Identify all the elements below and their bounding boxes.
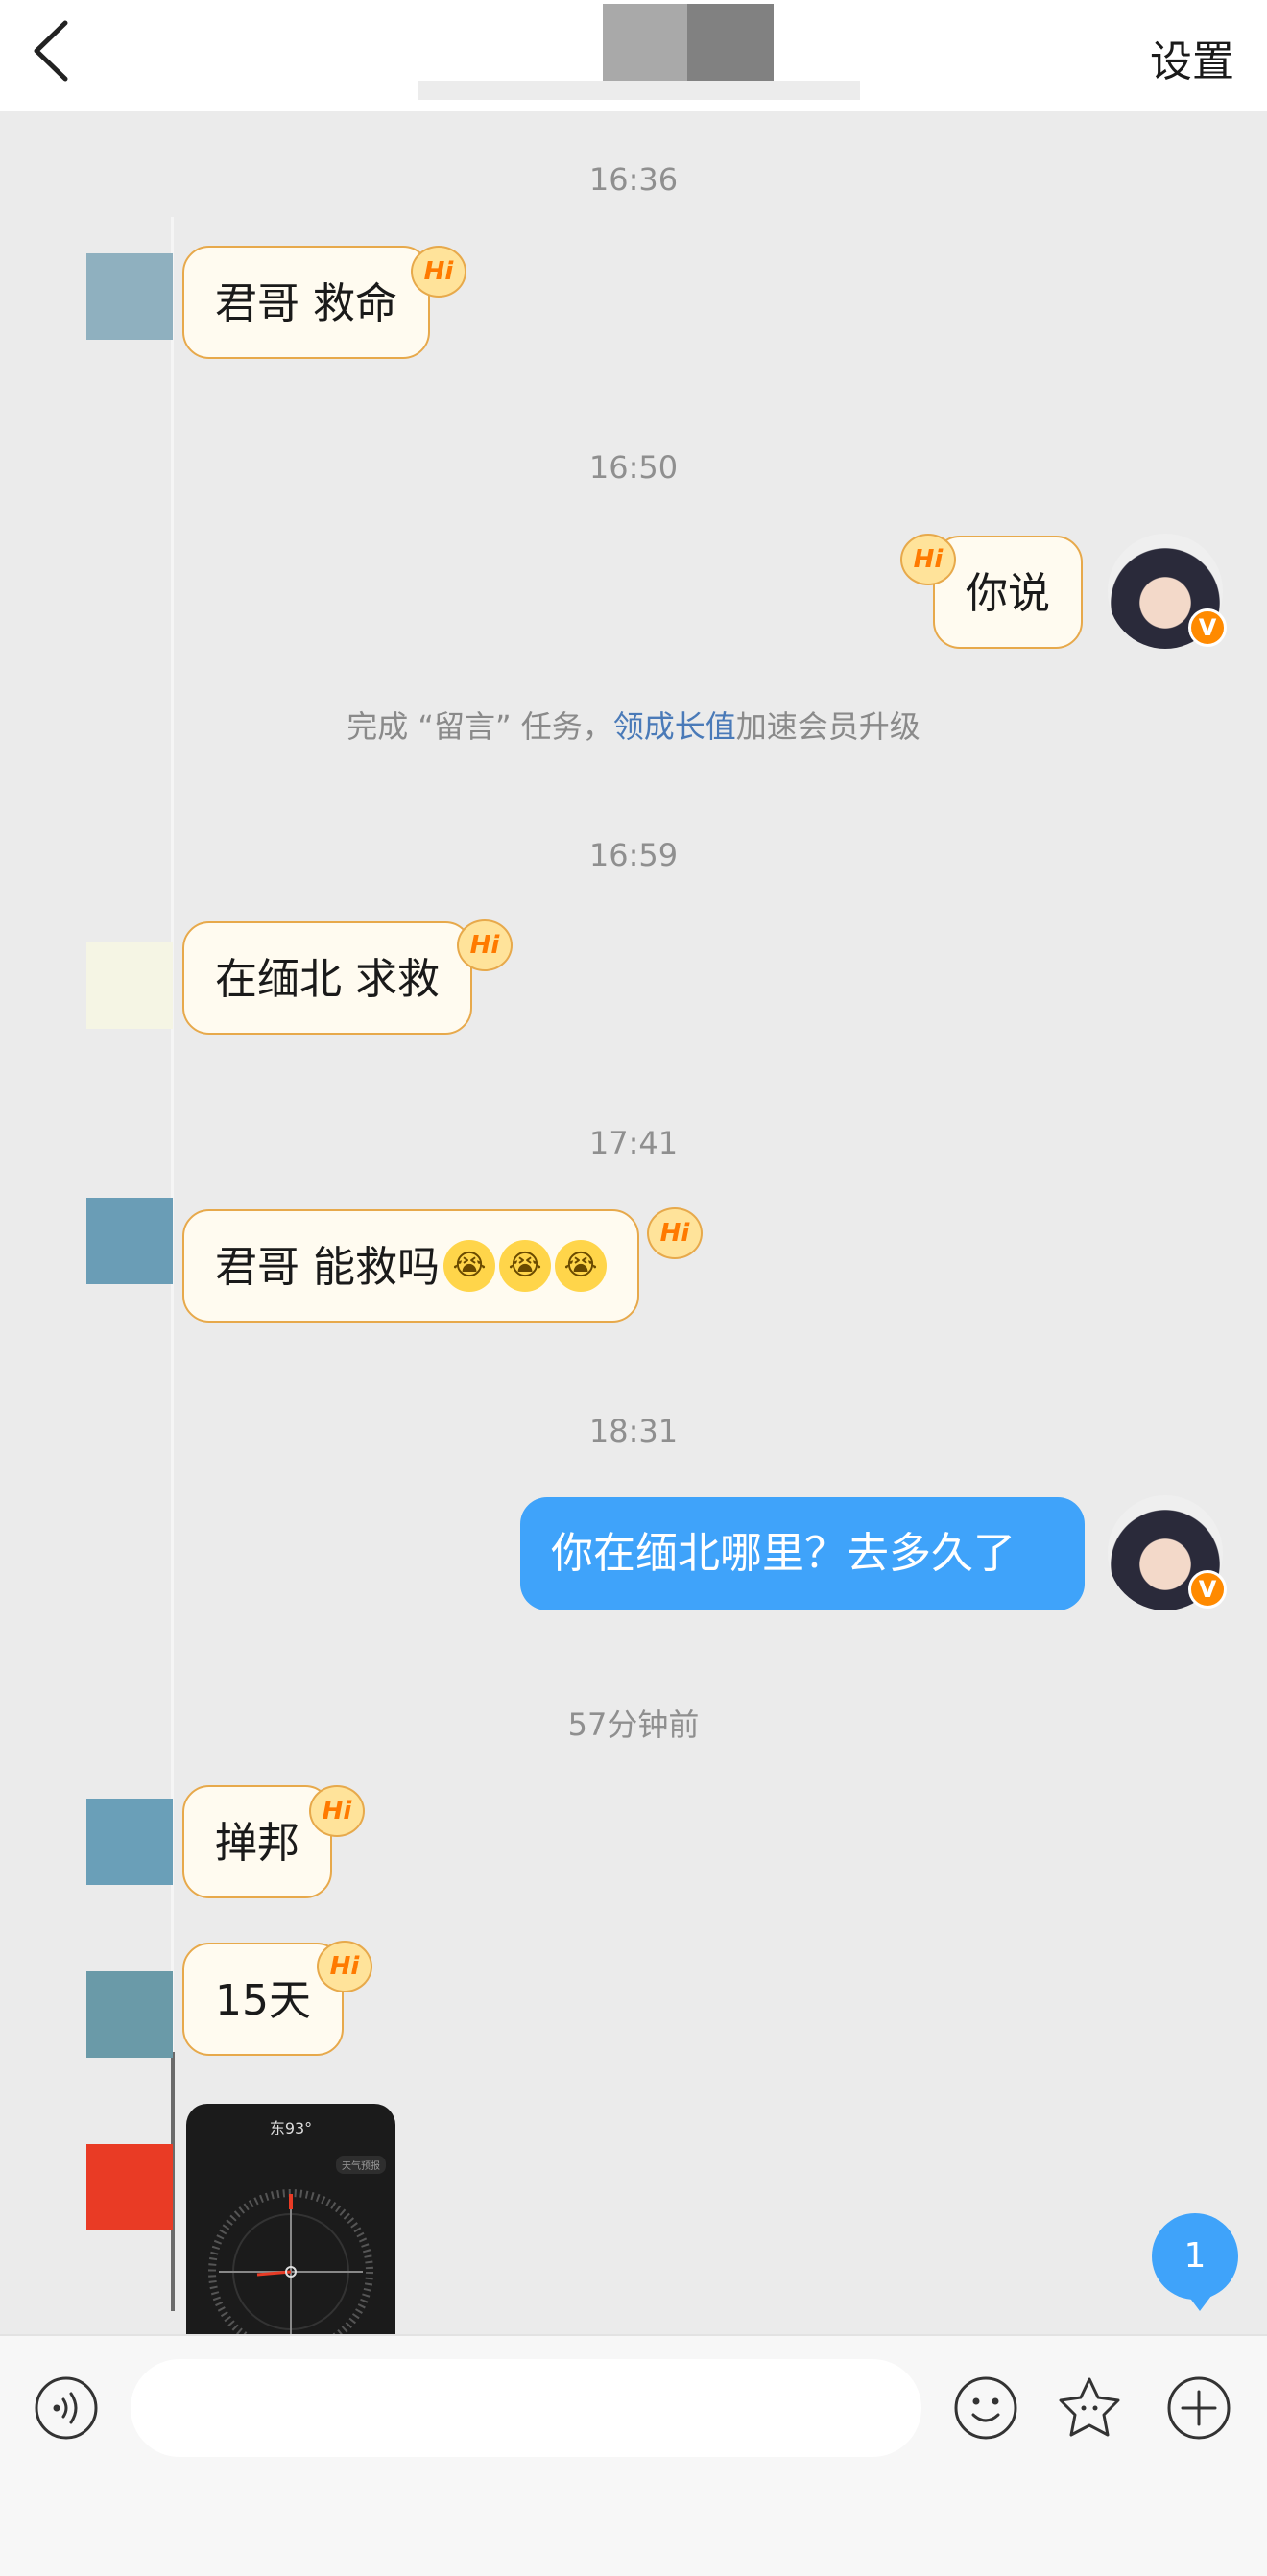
contact-avatar[interactable] — [86, 942, 173, 1029]
timestamp: 57分钟前 — [567, 1706, 700, 1743]
timestamp: 16:36 — [588, 161, 679, 198]
message-bubble[interactable]: 君哥 能救吗 😭 😭 😭 — [182, 1209, 639, 1323]
hi-badge: Hi — [457, 919, 513, 971]
timestamp: 17:41 — [588, 1125, 679, 1161]
settings-button[interactable]: 设置 — [1150, 27, 1234, 88]
contact-name-blurred — [687, 4, 774, 81]
crying-emoji-icon: 😭 — [555, 1240, 607, 1292]
contact-avatar[interactable] — [86, 1971, 173, 2058]
timestamp: 16:59 — [588, 837, 679, 873]
contact-avatar[interactable] — [86, 2144, 173, 2230]
hi-badge: Hi — [309, 1785, 365, 1837]
chat-area[interactable]: 16:36 君哥 救命 Hi 16:50 你说 Hi V 完成 “留言” 任务，… — [0, 111, 1267, 2334]
timestamp: 16:50 — [588, 449, 679, 486]
contact-status-blurred — [418, 81, 860, 100]
compass-heading: 东93° — [269, 2119, 313, 2137]
new-message-indicator[interactable]: 1 — [1152, 2213, 1238, 2311]
timestamp: 18:31 — [588, 1413, 679, 1449]
growth-value-link[interactable]: 领成长值 — [613, 708, 736, 745]
input-toolbar — [0, 2334, 1267, 2576]
back-arrow-icon[interactable] — [21, 17, 88, 84]
my-avatar[interactable]: V — [1108, 534, 1227, 649]
vip-badge: V — [1188, 608, 1227, 647]
sticker-star-icon[interactable] — [1056, 2374, 1123, 2442]
hi-badge: Hi — [900, 534, 956, 585]
vip-badge: V — [1188, 1570, 1227, 1609]
message-bubble[interactable]: 君哥 救命 — [182, 246, 430, 359]
message-bubble[interactable]: 你在缅北哪里？去多久了 — [520, 1497, 1085, 1610]
crying-emoji-icon: 😭 — [499, 1240, 551, 1292]
message-input[interactable] — [131, 2359, 921, 2457]
hi-badge: Hi — [317, 1941, 372, 1992]
message-bubble[interactable]: 在缅北 求救 — [182, 921, 472, 1035]
plus-circle-icon[interactable] — [1165, 2374, 1232, 2442]
image-message[interactable]: 东93° 天气预报 — [186, 2104, 395, 2334]
compass-dial-icon — [208, 2189, 373, 2334]
contact-avatar[interactable] — [86, 1198, 173, 1284]
message-bubble[interactable]: 你说 — [933, 536, 1083, 649]
contact-avatar[interactable] — [86, 1799, 173, 1885]
emoji-face-icon[interactable] — [952, 2374, 1019, 2442]
system-notice: 完成 “留言” 任务，领成长值加速会员升级 — [0, 703, 1267, 747]
system-notice-text: 完成 “留言” 任务， — [347, 708, 613, 745]
crying-emoji-icon: 😭 — [443, 1240, 495, 1292]
system-notice-text: 加速会员升级 — [735, 708, 920, 745]
contact-name-blurred — [603, 4, 687, 81]
hi-badge: Hi — [411, 246, 466, 298]
hi-badge: Hi — [647, 1207, 703, 1259]
contact-avatar[interactable] — [86, 253, 173, 340]
message-text: 君哥 能救吗 — [215, 1243, 440, 1292]
voice-icon[interactable] — [33, 2374, 100, 2442]
image-tag: 天气预报 — [336, 2156, 386, 2174]
my-avatar[interactable]: V — [1108, 1495, 1227, 1610]
top-nav-bar: 设置 — [0, 0, 1267, 111]
